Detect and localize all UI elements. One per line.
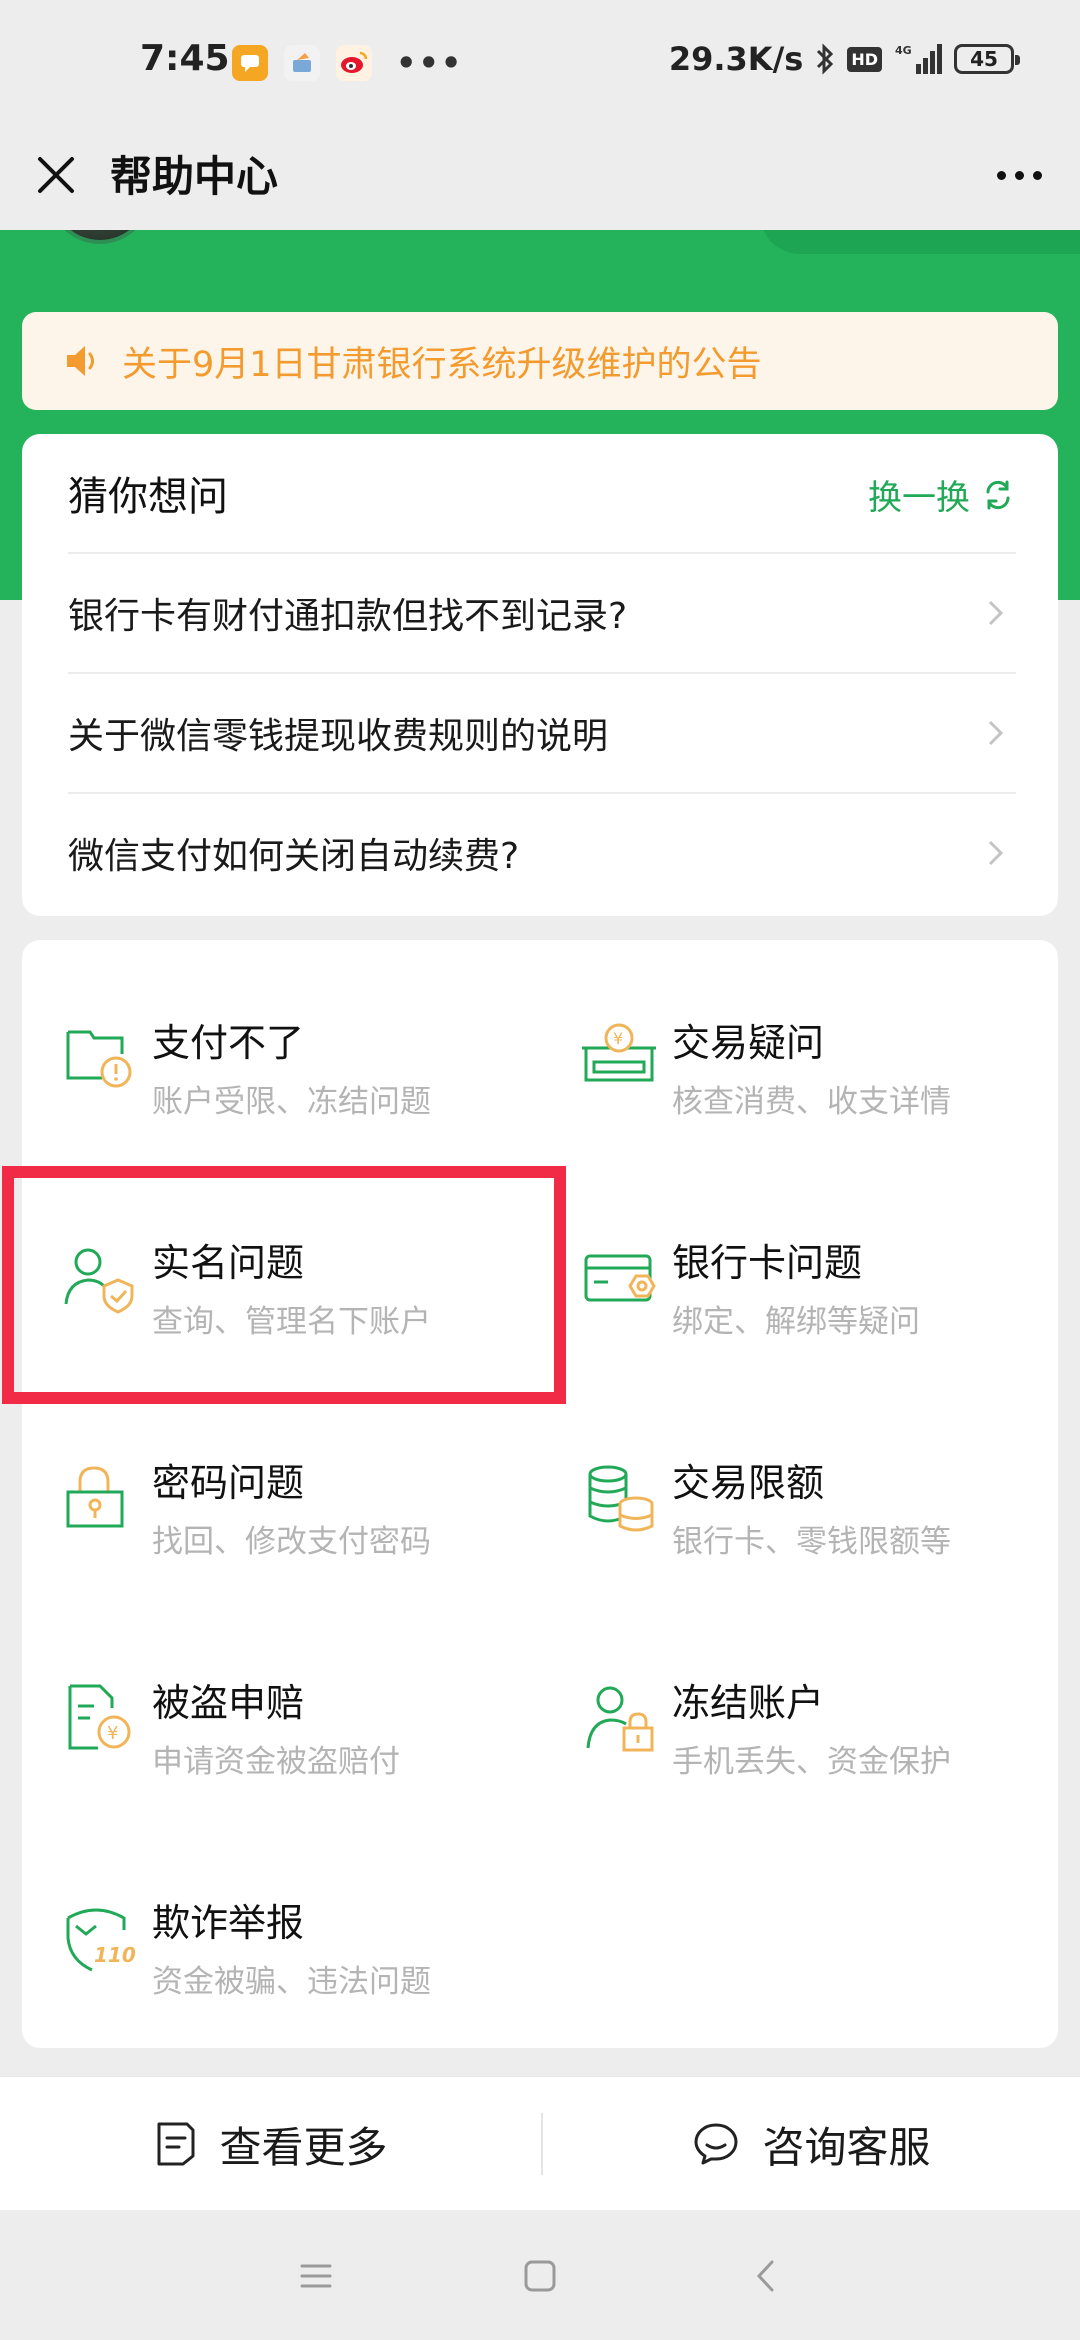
password-lock-icon: [66, 1466, 124, 1528]
action-bar: 查看更多 咨询客服: [0, 2076, 1080, 2210]
close-icon: [38, 157, 74, 193]
recent-apps-button[interactable]: [286, 2246, 346, 2306]
category-subtitle: 找回、修改支付密码: [152, 1524, 431, 1560]
bank-card-icon: [584, 1254, 656, 1302]
chevron-right-icon: [988, 720, 1004, 746]
category-title: 银行卡问题: [672, 1241, 863, 1285]
more-menu-button[interactable]: [984, 147, 1054, 203]
home-square-icon: [524, 2260, 556, 2292]
question-row[interactable]: 微信支付如何关闭自动续费?: [68, 792, 1016, 912]
signal-icon: 4G: [895, 44, 942, 74]
status-indicators: 29.3K/s HD 4G 45: [668, 40, 1020, 78]
hd-badge: HD: [847, 46, 882, 72]
category-bank-card[interactable]: 银行卡问题 绑定、解绑等疑问: [582, 1198, 1062, 1358]
category-title: 密码问题: [152, 1461, 305, 1505]
status-bar: 7:45 ••• 29.3K/s HD 4G 45: [0, 0, 1080, 125]
refresh-button[interactable]: 换一换: [868, 470, 1016, 519]
svg-text:4G: 4G: [895, 44, 912, 57]
category-freeze-account[interactable]: 冻结账户 手机丢失、资金保护: [582, 1638, 1062, 1798]
question-row[interactable]: 银行卡有财付通扣款但找不到记录?: [68, 552, 1016, 672]
category-subtitle: 资金被骗、违法问题: [152, 1964, 431, 2000]
more-dot-icon: [1014, 170, 1024, 180]
system-nav-bar: [0, 2210, 1080, 2340]
category-title: 支付不了: [152, 1021, 305, 1065]
coin-stack-icon: [588, 1465, 654, 1532]
category-subtitle: 核查消费、收支详情: [672, 1084, 951, 1120]
category-title: 交易疑问: [672, 1021, 825, 1065]
category-subtitle: 手机丢失、资金保护: [672, 1744, 951, 1780]
category-title: 冻结账户: [672, 1681, 825, 1725]
category-transaction-question[interactable]: ¥ 交易疑问 核查消费、收支详情: [582, 978, 1062, 1138]
refresh-icon: [986, 480, 1010, 509]
category-subtitle: 申请资金被盗赔付: [152, 1744, 400, 1780]
bluetooth-icon: [817, 43, 834, 75]
question-text: 微信支付如何关闭自动续费?: [68, 836, 520, 877]
home-button[interactable]: [510, 2246, 570, 2306]
more-notifications: •••: [396, 44, 464, 82]
more-dot-icon: [1032, 170, 1042, 180]
highlight-box: [2, 1166, 566, 1404]
category-subtitle: 账户受限、冻结问题: [152, 1084, 431, 1120]
back-button[interactable]: [736, 2246, 796, 2306]
guess-header: 猜你想问 换一换: [22, 434, 1058, 552]
menu-icon: [300, 2264, 332, 2288]
chat-icon: [694, 2123, 738, 2165]
category-password[interactable]: 密码问题 找回、修改支付密码: [62, 1418, 542, 1578]
view-more-label: 查看更多: [219, 2122, 388, 2172]
notification-icons: •••: [232, 44, 463, 82]
close-button[interactable]: [28, 147, 84, 203]
more-dot-icon: [996, 170, 1006, 180]
back-chevron-icon: [756, 2260, 774, 2292]
fraud-report-icon: 110: [66, 1908, 136, 1972]
network-speed: 29.3K/s: [668, 40, 804, 78]
battery-indicator: 45: [954, 44, 1020, 74]
header-decoration: [760, 230, 1080, 254]
category-title: 欺诈举报: [152, 1901, 305, 1945]
svg-text:¥: ¥: [107, 1723, 118, 1744]
category-fraud-report[interactable]: 110 欺诈举报 资金被骗、违法问题: [62, 1858, 542, 2018]
refresh-label: 换一换: [868, 478, 970, 518]
guess-title: 猜你想问: [68, 474, 228, 520]
question-text: 银行卡有财付通扣款但找不到记录?: [68, 596, 628, 637]
avatar: [48, 230, 152, 244]
chevron-right-icon: [988, 840, 1004, 866]
status-time: 7:45: [140, 38, 230, 79]
view-more-button[interactable]: 查看更多: [0, 2077, 541, 2211]
category-card: 支付不了 账户受限、冻结问题 ¥ 交易疑问 核查消费、收支详情 实名问题 查询、…: [22, 940, 1058, 2048]
chevron-right-icon: [988, 600, 1004, 626]
category-title: 交易限额: [672, 1461, 825, 1505]
speaker-icon: [67, 346, 94, 376]
customer-service-button[interactable]: 咨询客服: [543, 2077, 1080, 2211]
category-theft-claim[interactable]: ¥ 被盗申赔 申请资金被盗赔付: [62, 1638, 542, 1798]
claim-document-icon: ¥: [68, 1684, 131, 1750]
announcement-banner[interactable]: 关于9月1日甘肃银行系统升级维护的公告: [22, 312, 1058, 410]
category-title: 被盗申赔: [152, 1681, 305, 1725]
question-text: 关于微信零钱提现收费规则的说明: [68, 716, 609, 757]
svg-text:¥: ¥: [613, 1029, 623, 1048]
app-icon: [284, 45, 320, 81]
category-subtitle: 银行卡、零钱限额等: [672, 1524, 951, 1560]
announcement-text: 关于9月1日甘肃银行系统升级维护的公告: [122, 344, 762, 385]
document-icon: [157, 2122, 195, 2166]
category-transaction-limit[interactable]: 交易限额 银行卡、零钱限额等: [582, 1418, 1062, 1578]
category-subtitle: 绑定、解绑等疑问: [672, 1304, 920, 1340]
chat-bubble-icon: [232, 45, 268, 81]
freeze-account-icon: [586, 1686, 654, 1752]
weibo-icon: [336, 45, 372, 81]
payment-failed-icon: [66, 1030, 132, 1088]
customer-service-label: 咨询客服: [762, 2122, 931, 2172]
svg-text:110: 110: [94, 1943, 136, 1967]
page-title: 帮助中心: [110, 152, 279, 201]
question-row[interactable]: 关于微信零钱提现收费规则的说明: [68, 672, 1016, 792]
guess-card: 猜你想问 换一换 银行卡有财付通扣款但找不到记录? 关于微信零钱提现收费规则的说…: [22, 434, 1058, 916]
transaction-question-icon: ¥: [582, 1023, 656, 1082]
category-payment-failed[interactable]: 支付不了 账户受限、冻结问题: [62, 978, 542, 1138]
title-bar: 帮助中心: [0, 125, 1080, 230]
